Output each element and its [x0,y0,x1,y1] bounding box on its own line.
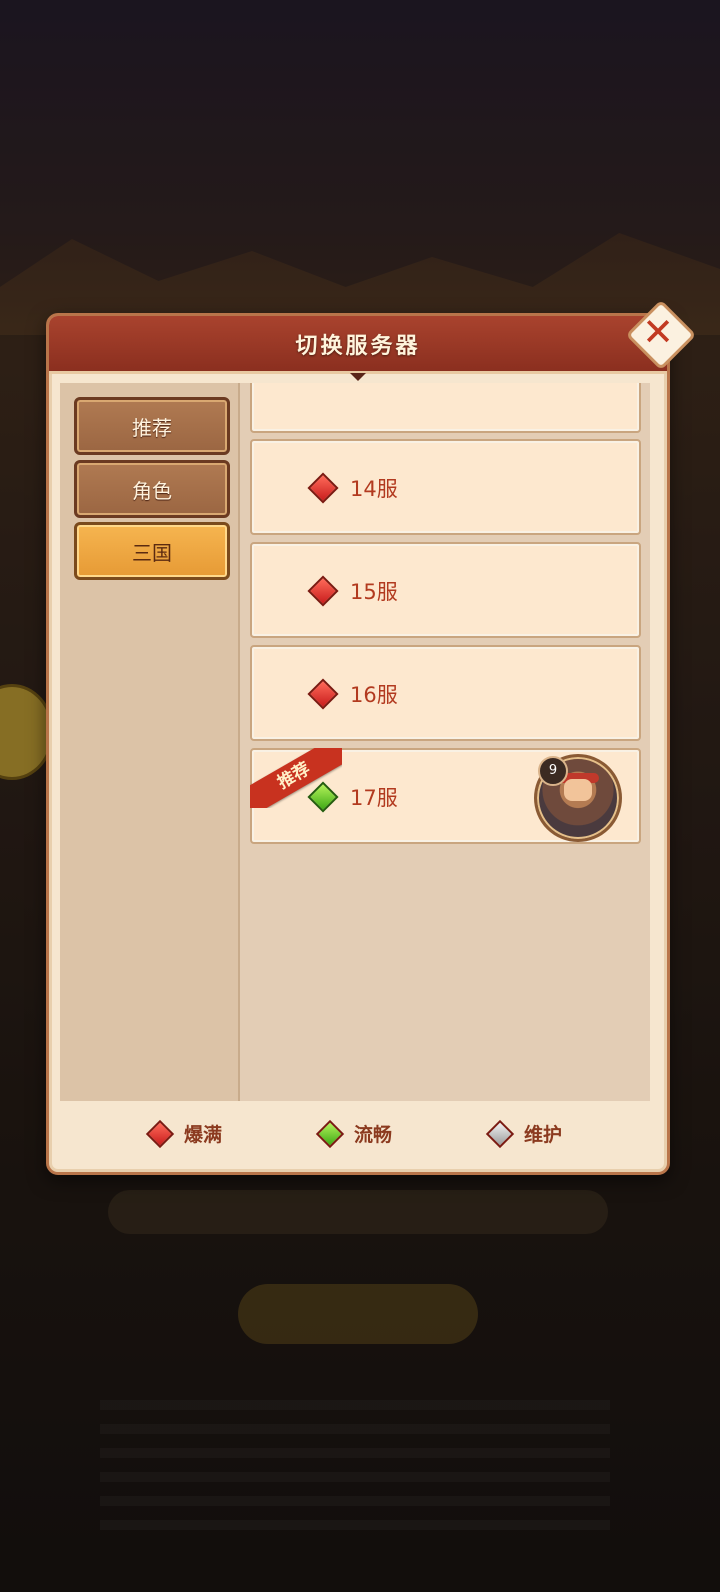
legend-smooth: 流畅 [315,1119,393,1148]
legend-label: 维护 [524,1124,563,1146]
legend-label: 流畅 [354,1124,393,1146]
server-name: 17服 [350,786,398,810]
legend-label: 爆满 [184,1124,223,1146]
tab-label: 三国 [132,540,172,565]
diamond-icon [307,472,339,504]
server-list[interactable]: 14服 15服 16服 推荐 17服 9 [240,383,650,1101]
diamond-icon [307,678,339,710]
diamond-icon [485,1119,515,1148]
server-item[interactable]: 14服 [250,439,641,535]
legend-maintenance: 维护 [485,1119,563,1148]
server-name: 14服 [350,477,398,501]
server-name: 16服 [350,683,398,707]
tab-role[interactable]: 角色 [74,460,230,518]
diamond-icon [145,1119,175,1148]
server-name: 15服 [350,580,398,604]
diamond-icon [315,1119,345,1148]
character-level-badge: 9 [538,756,568,786]
diamond-icon [307,575,339,607]
dialog-title: 切换服务器 [295,334,421,359]
legend-full: 爆满 [145,1119,223,1148]
tab-label: 推荐 [132,415,172,440]
server-item[interactable]: 16服 [250,645,641,741]
close-icon: ✕ [642,310,674,354]
tab-label: 角色 [132,478,172,503]
server-item-recommended[interactable]: 推荐 17服 9 [250,748,641,844]
close-button[interactable]: ✕ [625,299,697,371]
tab-three-kingdoms[interactable]: 三国 [74,522,230,580]
avatar-face [564,779,592,801]
status-legend: 爆满 流畅 维护 [60,1106,650,1158]
tab-recommended[interactable]: 推荐 [74,397,230,455]
server-item-partial[interactable] [250,383,641,433]
server-item[interactable]: 15服 [250,542,641,638]
dialog-header: 切换服务器 [49,316,667,381]
